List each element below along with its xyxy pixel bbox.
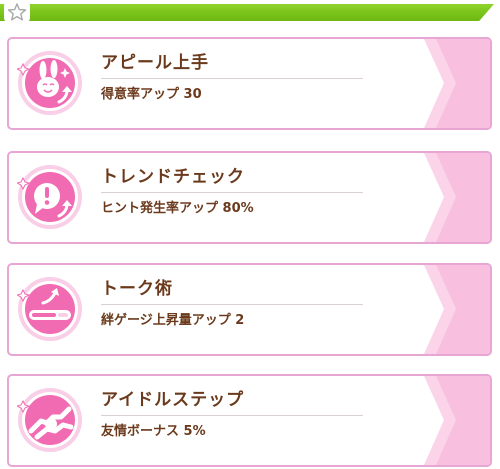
card-decoration <box>424 153 490 242</box>
skill-effect: 絆ゲージ上昇量アップ 2 <box>101 313 245 328</box>
skill-card-talk-skill[interactable]: トーク術 絆ゲージ上昇量アップ 2 <box>7 263 492 356</box>
skill-card-appeal[interactable]: アピール上手 得意率アップ 30 <box>7 37 492 130</box>
skill-card-idol-step[interactable]: アイドルステップ 友情ボーナス 5% <box>7 374 492 467</box>
smiling-bunny-icon <box>15 50 83 116</box>
skill-effect: 得意率アップ 30 <box>101 87 202 102</box>
skills-header-bar <box>0 0 500 24</box>
divider <box>101 78 363 79</box>
skill-effect: ヒント発生率アップ 80% <box>101 201 254 216</box>
card-decoration <box>424 265 490 354</box>
star-badge <box>4 2 30 22</box>
divider <box>101 192 363 193</box>
skill-name: トーク術 <box>101 279 173 299</box>
exclamation-icon <box>15 164 83 230</box>
skill-name: トレンドチェック <box>101 167 245 187</box>
skill-card-trend-check[interactable]: トレンドチェック ヒント発生率アップ 80% <box>7 151 492 244</box>
skill-effect: 友情ボーナス 5% <box>101 424 206 439</box>
header-green-band <box>0 4 494 21</box>
card-decoration <box>424 376 490 465</box>
bond-gauge-icon <box>15 276 83 342</box>
skill-name: アピール上手 <box>101 53 209 73</box>
star-icon <box>7 3 27 21</box>
divider <box>101 304 363 305</box>
card-decoration <box>424 39 490 128</box>
skill-name: アイドルステップ <box>101 390 245 410</box>
divider <box>101 415 363 416</box>
handshake-icon <box>15 387 83 453</box>
